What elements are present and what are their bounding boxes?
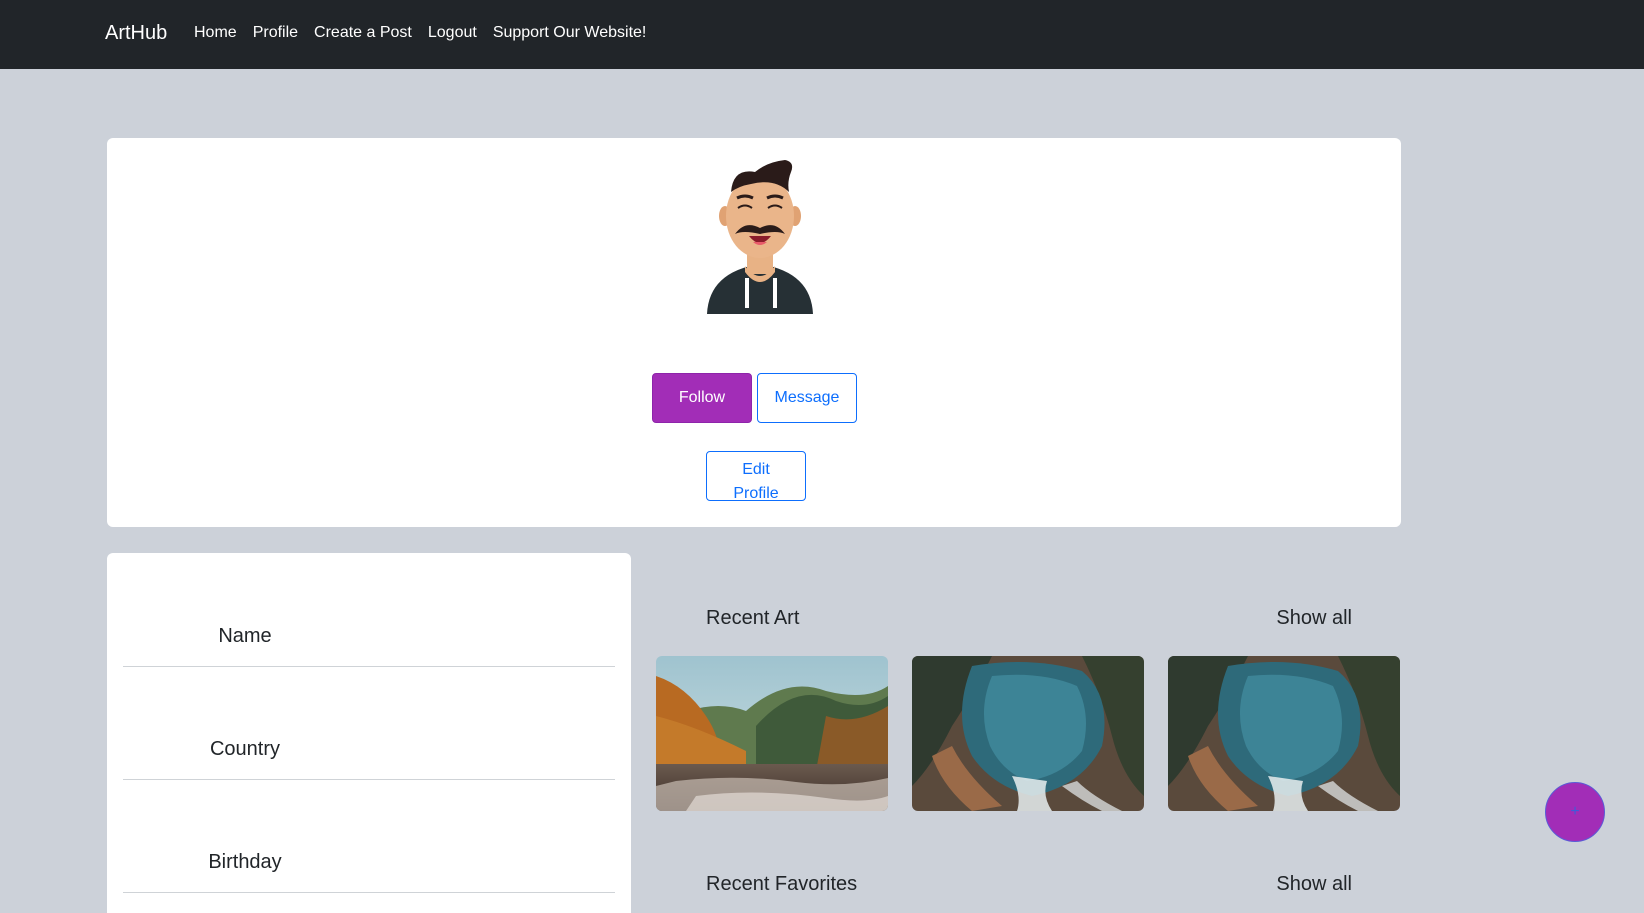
nav-link-logout[interactable]: Logout xyxy=(428,24,477,42)
info-label-country: Country xyxy=(209,738,281,760)
nav-link-create-post[interactable]: Create a Post xyxy=(314,24,412,42)
profile-info-card: Name Country Birthday xyxy=(107,553,631,913)
recent-art-header: Recent Art Show all xyxy=(706,607,1352,633)
plus-icon: + xyxy=(1570,803,1580,820)
nav-link-support[interactable]: Support Our Website! xyxy=(493,24,647,42)
recent-art-thumbnail[interactable] xyxy=(656,656,888,811)
nav-link-profile[interactable]: Profile xyxy=(253,24,298,42)
info-label-name: Name xyxy=(218,625,272,647)
floating-add-button[interactable]: + xyxy=(1545,782,1605,842)
nav-link-home[interactable]: Home xyxy=(194,24,237,42)
waterfall-pool-image xyxy=(1168,656,1400,811)
message-button[interactable]: Message xyxy=(757,373,857,423)
recent-art-thumbnail[interactable] xyxy=(1168,656,1400,811)
info-row-name: Name xyxy=(123,553,615,667)
recent-favorites-show-all-link[interactable]: Show all xyxy=(1276,873,1352,893)
info-row-birthday: Birthday xyxy=(123,779,615,893)
recent-favorites-title: Recent Favorites xyxy=(706,873,858,893)
edit-profile-button[interactable]: Edit Profile xyxy=(706,451,806,501)
info-row-country: Country xyxy=(123,666,615,780)
brand-logo[interactable]: ArtHub xyxy=(105,22,167,45)
follow-button[interactable]: Follow xyxy=(652,373,752,423)
navbar: ArtHub Home Profile Create a Post Logout… xyxy=(0,0,1644,69)
waterfall-pool-image xyxy=(912,656,1144,811)
avatar-illustration xyxy=(707,160,813,314)
recent-art-show-all-link[interactable]: Show all xyxy=(1276,607,1352,630)
autumn-river-image xyxy=(656,656,888,811)
info-label-birthday: Birthday xyxy=(208,851,282,873)
profile-card: Follow Message Edit Profile xyxy=(107,138,1401,527)
recent-favorites-header: Recent Favorites Show all xyxy=(706,873,1352,893)
nav-links: Home Profile Create a Post Logout Suppor… xyxy=(194,24,646,42)
avatar xyxy=(695,154,825,314)
recent-art-thumbnail[interactable] xyxy=(912,656,1144,811)
recent-art-title: Recent Art xyxy=(706,607,800,629)
